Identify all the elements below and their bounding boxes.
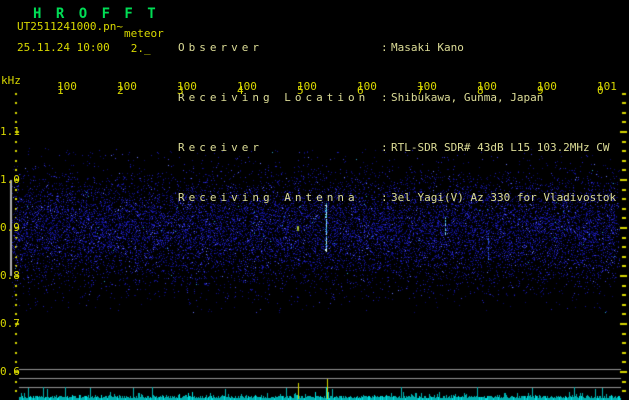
x-tick-label: 100 7 <box>417 80 437 97</box>
station-row: Receiving Antenna:3el Yagi(V) Az 330 for… <box>178 192 628 204</box>
station-label: Receiving Antenna <box>178 191 359 204</box>
y-axis-unit-label: kHz <box>1 74 21 87</box>
hrofft-screen: H R O F F T UT2511241000.pn~meteor 25.11… <box>0 0 629 400</box>
frame-counter: 2._ <box>130 42 151 55</box>
station-value: 3el Yagi(V) Az 330 for Vladivostok <box>391 191 617 204</box>
date-line: 25.11.24 10:00 2._ <box>17 41 151 55</box>
mode-label: meteor <box>123 27 164 40</box>
station-label: Receiving Location <box>178 91 370 104</box>
y-tick-label: 0.6 <box>0 365 20 378</box>
y-tick-label: 1.1 <box>0 125 20 138</box>
station-colon: : <box>381 141 388 154</box>
x-tick-label: 100 4 <box>237 80 257 97</box>
y-tick-label: 1.0 <box>0 173 20 186</box>
file-line: UT2511241000.pn~meteor <box>17 20 164 40</box>
station-row: Receiving Location: Shibukawa, Gunma, Jap… <box>178 92 628 104</box>
x-tick-label: 101 0 <box>597 80 617 97</box>
y-tick-label: 0.9 <box>0 221 20 234</box>
station-value: Shibukawa, Gunma, Japan <box>391 91 544 104</box>
station-row: Receiver: RTL-SDR SDR# 43dB L15 103.2MHz … <box>178 142 628 154</box>
station-value: RTL-SDR SDR# 43dB L15 103.2MHz CW <box>391 141 610 154</box>
filename: UT2511241000.pn~ <box>17 20 123 33</box>
x-tick-label: 100 6 <box>357 80 377 97</box>
station-colon: : <box>381 41 388 54</box>
x-tick-label: 100 1 <box>57 80 77 97</box>
x-tick-label: 100 3 <box>177 80 197 97</box>
x-tick-label: 100 2 <box>117 80 137 97</box>
station-colon: : <box>381 191 388 204</box>
y-tick-label: 0.8 <box>0 269 20 282</box>
datetime: 25.11.24 10:00 <box>17 41 110 54</box>
station-label: Receiver <box>178 141 263 154</box>
station-row: Observer: Masaki Kano <box>178 42 628 54</box>
x-tick-label: 100 8 <box>477 80 497 97</box>
x-tick-label: 100 9 <box>537 80 557 97</box>
station-value: Masaki Kano <box>391 41 464 54</box>
x-tick-label: 100 5 <box>297 80 317 97</box>
y-tick-label: 0.7 <box>0 317 20 330</box>
station-info: Observer: Masaki Kano Receiving Location:… <box>178 4 628 242</box>
station-label: Observer <box>178 41 263 54</box>
station-colon: : <box>381 91 388 104</box>
